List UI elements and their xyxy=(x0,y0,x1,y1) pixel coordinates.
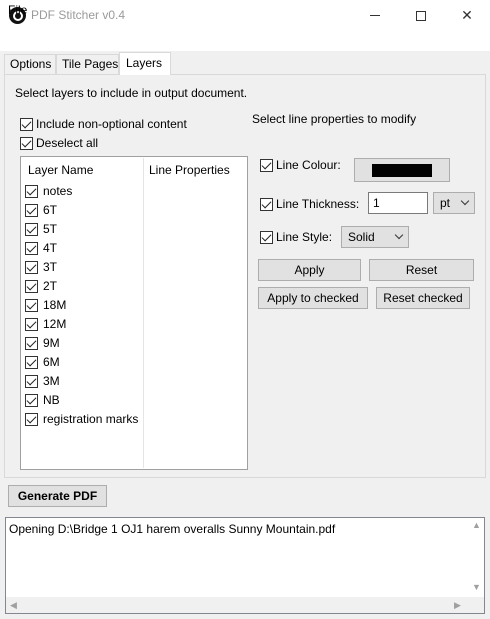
layer-name: notes xyxy=(43,184,73,198)
layer-name: NB xyxy=(43,393,60,407)
checkbox-checked-icon[interactable] xyxy=(25,260,38,274)
column-header-layer-name[interactable]: Layer Name xyxy=(28,163,93,177)
chevron-down-icon xyxy=(460,196,470,206)
close-button[interactable]: ✕ xyxy=(444,0,490,31)
column-separator xyxy=(143,158,144,468)
layer-name: 3T xyxy=(43,260,58,274)
minimize-icon xyxy=(370,15,380,16)
layer-name: 5T xyxy=(43,222,58,236)
layer-row[interactable]: registration marks xyxy=(25,412,138,426)
unit-select[interactable]: pt xyxy=(433,192,475,214)
chevron-down-icon xyxy=(394,230,404,240)
checkbox-checked-icon[interactable] xyxy=(25,393,38,407)
layer-row[interactable]: 9M xyxy=(25,336,60,350)
layers-instruction: Select layers to include in output docum… xyxy=(15,86,248,100)
checkbox-checked-icon[interactable] xyxy=(25,317,38,331)
layer-row[interactable]: 6T xyxy=(25,203,57,217)
unit-select-value: pt xyxy=(440,196,451,210)
line-style-label: Line Style: xyxy=(276,230,333,244)
tab-tile-pages[interactable]: Tile Pages xyxy=(56,54,119,74)
checkbox-checked-icon[interactable] xyxy=(25,184,38,198)
layer-row[interactable]: 5T xyxy=(25,222,57,236)
checkbox-checked-icon xyxy=(20,136,33,150)
scroll-up-icon[interactable]: ▲ xyxy=(472,520,481,530)
reset-button[interactable]: Reset xyxy=(369,259,474,281)
horizontal-scrollbar[interactable]: ◀ ▶ xyxy=(6,597,468,613)
layer-name: 3M xyxy=(43,374,60,388)
line-colour-button[interactable] xyxy=(354,158,450,182)
checkbox-checked-icon xyxy=(260,230,273,244)
checkbox-checked-icon[interactable] xyxy=(25,298,38,312)
checkbox-checked-icon xyxy=(260,158,273,172)
layer-name: 6M xyxy=(43,355,60,369)
deselect-all-label: Deselect all xyxy=(36,136,99,150)
apply-button[interactable]: Apply xyxy=(258,259,361,281)
checkbox-checked-icon[interactable] xyxy=(25,241,38,255)
line-thickness-checkbox[interactable]: Line Thickness: xyxy=(260,197,359,211)
layer-row[interactable]: 3M xyxy=(25,374,60,388)
layer-row[interactable]: 4T xyxy=(25,241,57,255)
layer-row[interactable]: 3T xyxy=(25,260,57,274)
layer-name: 6T xyxy=(43,203,58,217)
checkbox-checked-icon[interactable] xyxy=(25,336,38,350)
column-header-line-properties[interactable]: Line Properties xyxy=(149,163,230,177)
log-text: Opening D:\Bridge 1 OJ1 harem overalls S… xyxy=(9,522,336,536)
line-thickness-label: Line Thickness: xyxy=(276,197,360,211)
reset-checked-button[interactable]: Reset checked xyxy=(376,287,470,309)
line-colour-label: Line Colour: xyxy=(276,158,341,172)
checkbox-checked-icon xyxy=(20,117,33,131)
layer-row[interactable]: 2T xyxy=(25,279,57,293)
colour-swatch xyxy=(372,163,432,177)
vertical-scrollbar[interactable]: ▲ ▼ xyxy=(468,518,484,597)
layer-name: registration marks xyxy=(43,412,139,426)
close-icon: ✕ xyxy=(461,7,473,23)
menu-bar xyxy=(0,31,490,51)
line-style-select[interactable]: Solid xyxy=(341,226,409,248)
layer-name: 9M xyxy=(43,336,60,350)
line-colour-checkbox[interactable]: Line Colour: xyxy=(260,158,341,172)
minimize-button[interactable] xyxy=(352,0,398,31)
generate-pdf-button[interactable]: Generate PDF xyxy=(8,485,107,507)
layer-name: 18M xyxy=(43,298,67,312)
checkbox-checked-icon[interactable] xyxy=(25,412,38,426)
line-thickness-input[interactable]: 1 xyxy=(368,192,428,214)
maximize-button[interactable] xyxy=(398,0,444,31)
include-non-optional-checkbox[interactable]: Include non-optional content xyxy=(20,117,187,131)
menu-file[interactable]: File xyxy=(8,3,27,17)
checkbox-checked-icon[interactable] xyxy=(25,203,38,217)
line-style-checkbox[interactable]: Line Style: xyxy=(260,230,332,244)
scroll-down-icon[interactable]: ▼ xyxy=(472,582,481,592)
checkbox-checked-icon xyxy=(260,197,273,211)
tab-layers[interactable]: Layers xyxy=(119,52,171,75)
checkbox-checked-icon[interactable] xyxy=(25,279,38,293)
layer-row[interactable]: NB xyxy=(25,393,60,407)
checkbox-checked-icon[interactable] xyxy=(25,374,38,388)
layer-row[interactable]: 12M xyxy=(25,317,66,331)
line-style-select-value: Solid xyxy=(348,230,375,244)
deselect-all-checkbox[interactable]: Deselect all xyxy=(20,136,98,150)
checkbox-checked-icon[interactable] xyxy=(25,355,38,369)
tab-options[interactable]: Options xyxy=(4,54,56,74)
layer-name: 2T xyxy=(43,279,58,293)
scroll-corner xyxy=(468,597,484,613)
layer-name: 4T xyxy=(43,241,58,255)
scroll-left-icon[interactable]: ◀ xyxy=(10,600,17,611)
apply-to-checked-button[interactable]: Apply to checked xyxy=(258,287,368,309)
line-props-heading: Select line properties to modify xyxy=(252,112,417,126)
checkbox-checked-icon[interactable] xyxy=(25,222,38,236)
window-title: PDF Stitcher v0.4 xyxy=(31,8,126,22)
include-non-optional-label: Include non-optional content xyxy=(36,117,187,131)
scroll-right-icon[interactable]: ▶ xyxy=(454,600,461,611)
layer-row[interactable]: 6M xyxy=(25,355,60,369)
layer-name: 12M xyxy=(43,317,67,331)
layer-row[interactable]: notes xyxy=(25,184,72,198)
layer-row[interactable]: 18M xyxy=(25,298,66,312)
maximize-icon xyxy=(416,10,426,21)
